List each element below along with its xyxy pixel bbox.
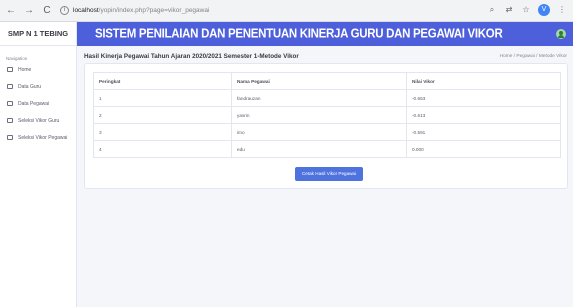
star-icon[interactable]: ☆ <box>521 5 531 15</box>
vikor-value-cell: -0.653 <box>406 89 561 107</box>
rank-cell: 1 <box>93 89 232 107</box>
reload-icon[interactable]: C <box>40 4 54 18</box>
sidebar-item-label: Data Pegawai <box>18 100 50 107</box>
home-icon <box>7 67 13 72</box>
back-icon[interactable]: ← <box>4 4 18 18</box>
results-card: Peringkat Nama Pegawai Nilai Vikor 1 fan… <box>84 63 568 189</box>
sidebar: SMP N 1 TEBING Navigation Home Data Guru… <box>0 22 77 307</box>
sidebar-brand[interactable]: SMP N 1 TEBING <box>0 22 76 46</box>
translate-icon[interactable]: ⇄ <box>504 5 514 15</box>
folder-icon <box>7 84 13 89</box>
forward-icon[interactable]: → <box>22 4 36 18</box>
column-header: Nilai Vikor <box>406 72 561 90</box>
vikor-results-table: Peringkat Nama Pegawai Nilai Vikor 1 fan… <box>93 72 561 158</box>
sidebar-item-data-guru[interactable]: Data Guru <box>0 78 76 95</box>
print-results-button[interactable]: Cetak Hasil Vikor Pegawai <box>295 167 363 181</box>
folder-icon <box>7 135 13 140</box>
breadcrumb[interactable]: Home / Pegawai / Metode Vikor <box>500 54 567 59</box>
info-icon[interactable]: i <box>60 6 69 15</box>
page-title: Hasil Kinerja Pegawai Tahun Ajaran 2020/… <box>84 53 299 60</box>
menu-icon[interactable]: ⋮ <box>557 5 567 15</box>
folder-icon <box>7 118 13 123</box>
column-header: Peringkat <box>93 72 232 90</box>
table-row: 4 edu 0.000 <box>93 140 561 158</box>
topbar: SISTEM PENILAIAN DAN PENENTUAN KINERJA G… <box>77 22 573 46</box>
name-cell: fandrauzan <box>231 89 407 107</box>
table-row: 2 yasrin -0.613 <box>93 106 561 124</box>
user-avatar-icon[interactable] <box>556 29 566 39</box>
address-bar[interactable]: i localhost/yopin/index.php?page=vikor_p… <box>60 3 530 18</box>
sidebar-item-seleksi-vikor-pegawai[interactable]: Seleksi Vikor Pegawai <box>0 129 76 146</box>
browser-toolbar: ← → C i localhost/yopin/index.php?page=v… <box>0 0 573 22</box>
sidebar-item-home[interactable]: Home <box>0 61 76 78</box>
table-row: 3 imo -0.591 <box>93 123 561 141</box>
name-cell: yasrin <box>231 106 407 124</box>
zoom-icon[interactable]: ⌕ <box>487 5 497 15</box>
profile-avatar[interactable]: V <box>538 4 550 16</box>
vikor-value-cell: -0.591 <box>406 123 561 141</box>
name-cell: imo <box>231 123 407 141</box>
sidebar-item-label: Seleksi Vikor Pegawai <box>18 134 68 141</box>
rank-cell: 3 <box>93 123 232 141</box>
sidebar-section-label: Navigation <box>6 56 28 61</box>
sidebar-item-label: Data Guru <box>18 83 42 90</box>
url-host: localhost <box>73 7 99 14</box>
vikor-value-cell: 0.000 <box>406 140 561 158</box>
sidebar-item-data-pegawai[interactable]: Data Pegawai <box>0 95 76 112</box>
sidebar-item-label: Seleksi Vikor Guru <box>18 117 60 124</box>
app-title: SISTEM PENILAIAN DAN PENENTUAN KINERJA G… <box>95 27 503 41</box>
sidebar-item-seleksi-vikor-guru[interactable]: Seleksi Vikor Guru <box>0 112 76 129</box>
name-cell: edu <box>231 140 407 158</box>
column-header: Nama Pegawai <box>231 72 407 90</box>
rank-cell: 2 <box>93 106 232 124</box>
rank-cell: 4 <box>93 140 232 158</box>
table-header-row: Peringkat Nama Pegawai Nilai Vikor <box>93 72 561 90</box>
folder-icon <box>7 101 13 106</box>
sidebar-item-label: Home <box>18 66 32 73</box>
url-path: /yopin/index.php?page=vikor_pegawai <box>98 7 210 14</box>
vikor-value-cell: -0.613 <box>406 106 561 124</box>
table-row: 1 fandrauzan -0.653 <box>93 89 561 107</box>
